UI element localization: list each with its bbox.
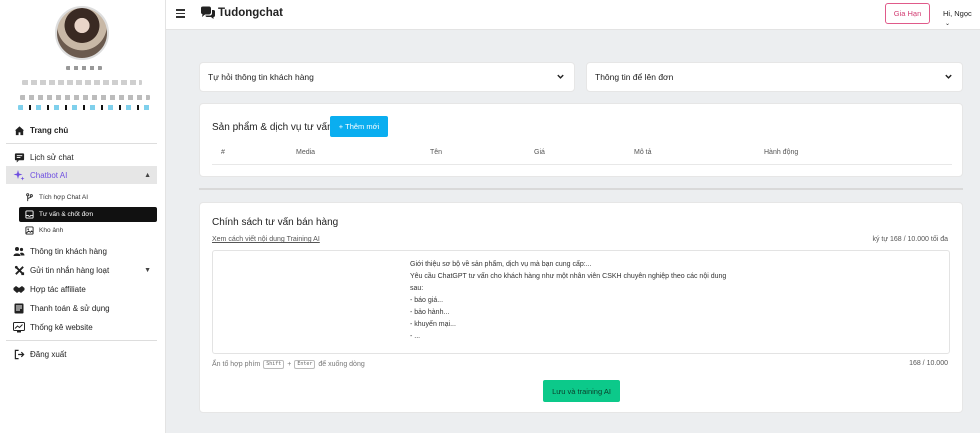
chat-history-icon <box>13 151 25 163</box>
sidebar-item-customer-info[interactable]: Thông tin khách hàng <box>6 242 157 260</box>
handshake-icon <box>13 283 25 295</box>
bottom-char-counter: 168 / 10.000 <box>909 360 948 367</box>
table-header: Hành động <box>764 149 799 156</box>
sidebar-item-label: Gửi tin nhắn hàng loạt <box>30 265 110 275</box>
shift-key: Shift <box>263 360 285 369</box>
blurred-profile-info <box>66 66 102 70</box>
save-training-button[interactable]: Lưu và training AI <box>543 380 620 402</box>
sidebar-item-bulk-message[interactable]: Gửi tin nhắn hàng loạt ▼ <box>6 261 157 279</box>
sidebar: Trang chủ Lịch sử chat Chatbot AI ▲ Tích… <box>0 0 166 433</box>
logo-icon <box>201 6 215 19</box>
chevron-down-icon[interactable]: ▼ <box>144 267 151 274</box>
textarea-line: sau: <box>410 285 424 292</box>
menu-icon[interactable] <box>176 9 185 18</box>
image-icon <box>24 226 34 236</box>
sidebar-item-affiliate[interactable]: Hợp tác affiliate <box>6 280 157 298</box>
enter-key: Enter <box>294 360 316 369</box>
chevron-down-icon <box>557 74 564 79</box>
branch-icon <box>24 193 34 203</box>
brand-name[interactable]: Tudongchat <box>218 7 283 19</box>
user-menu[interactable]: Hi, Ngọc ⌄ <box>943 9 980 27</box>
sidebar-item-label: Đăng xuất <box>30 349 67 359</box>
table-header: Media <box>296 149 316 156</box>
avatar[interactable] <box>55 6 109 60</box>
textarea-line: Yêu cầu ChatGPT tư vấn cho khách hàng nh… <box>410 273 727 280</box>
hint-text: Ấn tổ hợp phím <box>212 361 261 368</box>
policy-textarea[interactable]: Giới thiệu sơ bộ về sản phẩm, dịch vụ mà… <box>212 250 950 354</box>
logout-icon <box>13 348 25 360</box>
blurred-profile-info <box>22 80 142 85</box>
textarea-line: Giới thiệu sơ bộ về sản phẩm, dịch vụ mà… <box>410 261 592 268</box>
tools-icon <box>13 264 25 276</box>
dropdown-label: Thông tin để lên đơn <box>595 72 674 82</box>
table-header: Tên <box>430 149 443 156</box>
chevron-down-icon: ⌄ <box>945 21 951 27</box>
sidebar-subitem-label: Kho ảnh <box>39 227 64 234</box>
renew-button[interactable]: Gia Hạn <box>885 3 930 24</box>
user-greeting: Hi, Ngọc <box>943 9 972 18</box>
sidebar-item-chatbot-ai[interactable]: Chatbot AI ▲ <box>6 166 157 184</box>
sidebar-subitem-chat-ai-integration[interactable]: Tích hợp Chat AI <box>19 190 157 205</box>
textarea-line: - khuyến mại... <box>410 321 456 328</box>
order-info-dropdown[interactable]: Thông tin để lên đơn <box>586 62 963 92</box>
keyboard-hint: Ấn tổ hợp phím Shift + Enter để xuống dò… <box>212 360 365 369</box>
policy-panel: Chính sách tư vấn bán hàng Xem cách viết… <box>199 202 963 413</box>
sidebar-item-label: Chatbot AI <box>30 170 68 180</box>
section-title: Sản phẩm & dịch vụ tư vấn <box>212 122 333 133</box>
training-guide-link[interactable]: Xem cách viết nội dung Training AI <box>212 236 320 243</box>
textarea-line: - ... <box>410 333 421 340</box>
sidebar-item-label: Lịch sử chat <box>30 152 74 162</box>
hint-text: để xuống dòng <box>318 361 365 368</box>
sidebar-item-logout[interactable]: Đăng xuất <box>6 345 157 363</box>
sidebar-divider <box>6 340 157 341</box>
sidebar-subitem-label: Tư vấn & chốt đơn <box>39 211 94 218</box>
blurred-profile-info <box>18 105 150 110</box>
sidebar-subitem-image-store[interactable]: Kho ảnh <box>19 223 157 238</box>
table-divider <box>212 164 952 165</box>
dropdown-label: Tự hỏi thông tin khách hàng <box>208 72 314 82</box>
sparkle-icon <box>13 169 25 181</box>
sidebar-item-home[interactable]: Trang chủ <box>6 121 157 139</box>
sidebar-subitem-consult-close[interactable]: Tư vấn & chốt đơn <box>19 207 157 222</box>
table-header: # <box>221 149 225 156</box>
sidebar-item-website-stats[interactable]: Thống kê website <box>6 318 157 336</box>
sidebar-item-billing[interactable]: Thanh toán & sử dụng <box>6 299 157 317</box>
chevron-up-icon[interactable]: ▲ <box>144 172 151 179</box>
section-separator <box>199 188 963 190</box>
sidebar-item-label: Hợp tác affiliate <box>30 284 86 294</box>
table-header: Giá <box>534 149 545 156</box>
billing-icon <box>13 302 25 314</box>
textarea-line: - báo giá... <box>410 297 444 304</box>
sidebar-divider <box>6 143 157 144</box>
users-icon <box>13 245 25 257</box>
sidebar-subitem-label: Tích hợp Chat AI <box>39 194 89 201</box>
add-product-button[interactable]: + Thêm mới <box>330 116 388 137</box>
hint-plus: + <box>287 361 292 368</box>
chevron-down-icon <box>945 74 952 79</box>
sidebar-item-label: Thanh toán & sử dụng <box>30 303 110 313</box>
section-title: Chính sách tư vấn bán hàng <box>212 217 339 228</box>
home-icon <box>13 124 25 136</box>
inbox-icon <box>24 210 34 220</box>
sidebar-item-chat-history[interactable]: Lịch sử chat <box>6 148 157 166</box>
top-bar: Tudongchat Gia Hạn Hi, Ngọc ⌄ <box>166 0 980 30</box>
customer-info-dropdown[interactable]: Tự hỏi thông tin khách hàng <box>199 62 575 92</box>
analytics-icon <box>13 321 25 333</box>
sidebar-item-label: Thống kê website <box>30 322 93 332</box>
blurred-profile-info <box>20 95 150 100</box>
textarea-line: - bảo hành... <box>410 309 450 316</box>
sidebar-item-label: Trang chủ <box>30 125 69 135</box>
table-header: Mô tả <box>634 149 652 156</box>
products-panel: Sản phẩm & dịch vụ tư vấn + Thêm mới # M… <box>199 103 963 177</box>
sidebar-item-label: Thông tin khách hàng <box>30 246 107 256</box>
char-counter: ký tự 168 / 10.000 tối đa <box>872 236 948 243</box>
